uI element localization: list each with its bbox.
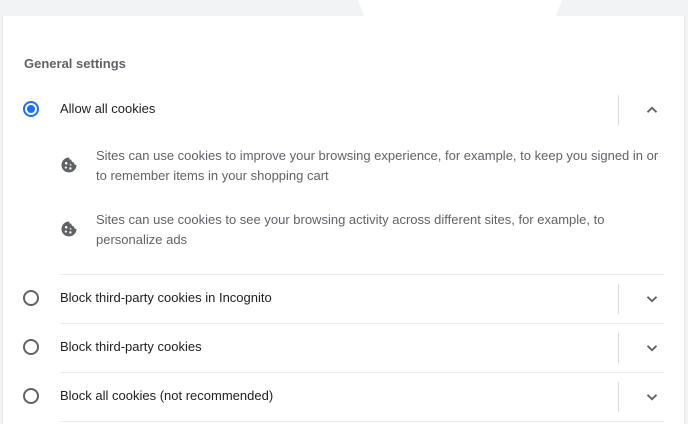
- block-all-cookies-radio[interactable]: [23, 388, 39, 404]
- cookie-icon: [61, 157, 77, 173]
- option-label: Block third-party cookies in Incognito: [60, 290, 272, 305]
- expand-button[interactable]: [641, 288, 663, 310]
- chevron-up-icon: [646, 106, 658, 113]
- vertical-separator: [618, 333, 619, 363]
- detail-text: Sites can use cookies to see your browsi…: [96, 212, 605, 247]
- option-block-all-cookies[interactable]: Block all cookies (not recommended): [3, 376, 684, 416]
- collapse-button[interactable]: [641, 99, 663, 121]
- section-title: General settings: [24, 56, 126, 71]
- block-third-party-incognito-radio[interactable]: [23, 290, 39, 306]
- option-label: Allow all cookies: [60, 101, 156, 116]
- option-label: Block third-party cookies: [60, 339, 202, 354]
- divider: [60, 421, 664, 422]
- chevron-down-icon: [646, 345, 658, 352]
- divider: [60, 323, 664, 324]
- expand-button[interactable]: [641, 337, 663, 359]
- option-block-third-party[interactable]: Block third-party cookies: [3, 327, 684, 367]
- block-third-party-radio[interactable]: [23, 339, 39, 355]
- option-allow-all-cookies[interactable]: Allow all cookies: [3, 89, 684, 129]
- vertical-separator: [618, 284, 619, 314]
- detail-text: Sites can use cookies to improve your br…: [96, 148, 659, 183]
- cookie-settings-card: General settings Allow all cookies Sites…: [2, 16, 685, 424]
- vertical-separator: [618, 382, 619, 412]
- tab-notch: [358, 0, 562, 16]
- cookie-icon: [61, 221, 77, 237]
- top-strip: [0, 0, 688, 16]
- chevron-down-icon: [646, 394, 658, 401]
- option-block-third-party-incognito[interactable]: Block third-party cookies in Incognito: [3, 278, 684, 318]
- expand-button[interactable]: [641, 386, 663, 408]
- option-label: Block all cookies (not recommended): [60, 388, 274, 403]
- chevron-down-icon: [646, 296, 658, 303]
- vertical-separator: [618, 95, 619, 125]
- allow-all-cookies-radio[interactable]: [23, 101, 39, 117]
- divider: [60, 372, 664, 373]
- divider: [60, 274, 664, 275]
